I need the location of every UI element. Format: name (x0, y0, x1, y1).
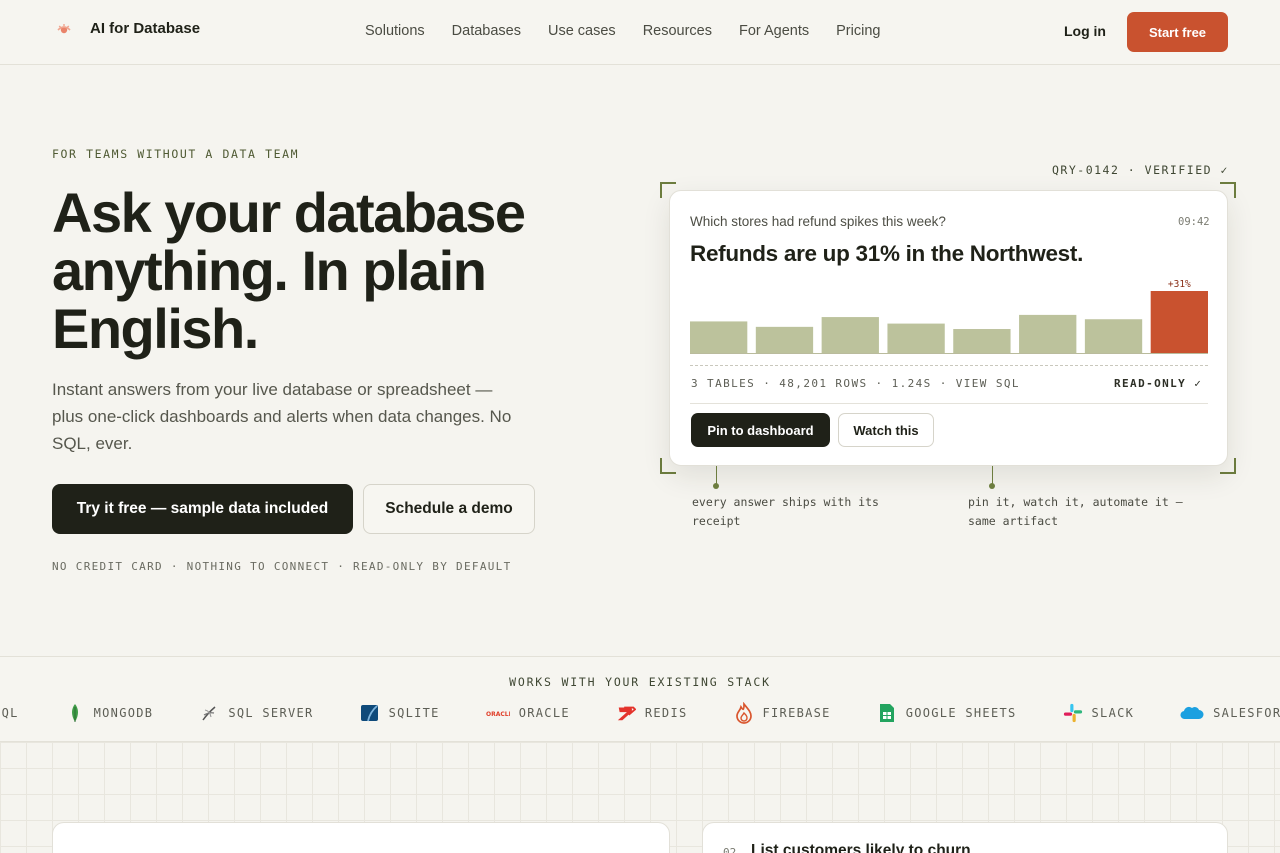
answer-card: Which stores had refund spikes this week… (669, 190, 1228, 466)
bar-data-label: +31% (1168, 279, 1191, 290)
integration-oracle[interactable]: ORACLE ORACLE (486, 703, 570, 723)
sqlite-icon (360, 703, 380, 723)
integrations-strip: WORKS WITH YOUR EXISTING STACK MYSQL MON… (0, 656, 1280, 742)
integration-sqlite[interactable]: SQLITE (360, 703, 440, 723)
slack-icon (1063, 703, 1083, 723)
integration-label: MONGODB (93, 706, 154, 720)
integration-sql-server[interactable]: SQL SERVER (199, 703, 313, 723)
start-free-button[interactable]: Start free (1127, 12, 1228, 52)
bar (953, 329, 1011, 354)
answer-text: Refunds are up 31% in the Northwest. (690, 241, 1084, 266)
hero-title: Ask your database anything. In plain Eng… (52, 184, 612, 358)
nav-link-solutions[interactable]: Solutions (365, 23, 425, 39)
note-pointer-dot (713, 483, 719, 489)
note-receipt: every answer ships with its receipt (692, 495, 879, 528)
integration-label: SQLITE (388, 706, 440, 720)
redis-icon (616, 703, 636, 723)
query-meta[interactable]: 3 TABLES · 48,201 ROWS · 1.24S · VIEW SQ… (691, 377, 1020, 390)
bar (1084, 319, 1143, 354)
question-time: 09:42 (1178, 216, 1210, 228)
hero-title-line: anything. In plain (52, 239, 487, 302)
brand[interactable]: AI for Database (56, 20, 200, 37)
integration-salesforce[interactable]: SALESFORCE (1180, 703, 1280, 723)
integration-redis[interactable]: REDIS (616, 703, 688, 723)
integration-label: MYSQL (0, 706, 19, 720)
integration-google-sheets[interactable]: GOOGLE SHEETS (877, 703, 1017, 723)
logo-icon (56, 21, 72, 37)
integration-firebase[interactable]: FIREBASE (734, 702, 831, 724)
top-nav: AI for Database Solutions Databases Use … (0, 0, 1280, 65)
hero-title-line: Ask your database (52, 181, 526, 244)
note-pointer (716, 466, 717, 484)
bar-highlight (1150, 291, 1208, 354)
nav-link-pricing[interactable]: Pricing (836, 23, 880, 39)
integration-slack[interactable]: SLACK (1063, 703, 1135, 723)
hero-title-line: English. (52, 297, 259, 360)
firebase-icon (734, 702, 754, 724)
integration-label: SALESFORCE (1213, 706, 1280, 720)
oracle-icon: ORACLE (486, 703, 510, 723)
note-pointer-dot (989, 483, 995, 489)
mongodb-icon (65, 703, 85, 723)
pin-to-dashboard-button[interactable]: Pin to dashboard (691, 413, 830, 447)
bar (1019, 314, 1077, 354)
integration-logos: MYSQL MONGODB SQL SERVER SQLITE ORACLE O… (0, 702, 1280, 724)
integration-label: REDIS (644, 706, 688, 720)
note-artifact: pin it, watch it, automate it — same art… (968, 495, 1183, 528)
integration-mysql[interactable]: MYSQL (0, 706, 19, 720)
sql-server-icon (199, 703, 219, 723)
try-free-button[interactable]: Try it free — sample data included (52, 484, 353, 534)
login-link[interactable]: Log in (1064, 23, 1106, 39)
hero-fineprint: NO CREDIT CARD · NOTHING TO CONNECT · RE… (52, 560, 512, 573)
chart-divider (690, 365, 1208, 366)
integrations-title: WORKS WITH YOUR EXISTING STACK (509, 675, 771, 689)
nav-link-databases[interactable]: Databases (452, 23, 521, 39)
watch-this-button[interactable]: Watch this (838, 413, 934, 447)
feature-card-title: List customers likely to churn (751, 842, 971, 853)
note-pointer (992, 466, 993, 484)
brand-name: AI for Database (90, 20, 201, 37)
integration-label: SLACK (1091, 706, 1135, 720)
feature-card-number: 02 (723, 846, 737, 853)
nav-links: Solutions Databases Use cases Resources … (365, 23, 880, 39)
nav-link-resources[interactable]: Resources (643, 23, 712, 39)
integration-label: ORACLE (518, 706, 570, 720)
integration-label: FIREBASE (762, 706, 831, 720)
refund-bar-chart: +31% (690, 279, 1208, 354)
bar (755, 326, 814, 354)
feature-card[interactable] (52, 822, 670, 853)
integration-label: GOOGLE SHEETS (905, 706, 1017, 720)
chart-baseline (690, 353, 1208, 354)
integration-mongodb[interactable]: MONGODB (65, 703, 154, 723)
query-tag: QRY-0142 · VERIFIED ✓ (1052, 163, 1229, 177)
nav-link-for-agents[interactable]: For Agents (739, 23, 809, 39)
question-text: Which stores had refund spikes this week… (690, 214, 946, 229)
bar (690, 321, 748, 354)
feature-card[interactable]: 02 List customers likely to churn (702, 822, 1228, 853)
schedule-demo-button[interactable]: Schedule a demo (363, 484, 535, 534)
salesforce-icon (1180, 703, 1204, 723)
nav-link-use-cases[interactable]: Use cases (548, 23, 616, 39)
hero-subtitle: Instant answers from your live database … (52, 380, 512, 453)
card-divider (690, 403, 1208, 404)
bar (821, 317, 879, 354)
google-sheets-icon (877, 703, 897, 723)
integration-label: SQL SERVER (228, 706, 314, 720)
svg-text:ORACLE: ORACLE (486, 711, 510, 717)
hero-eyebrow: FOR TEAMS WITHOUT A DATA TEAM (52, 147, 300, 161)
readonly-badge: READ-ONLY ✓ (1114, 377, 1203, 390)
bar (887, 323, 945, 354)
